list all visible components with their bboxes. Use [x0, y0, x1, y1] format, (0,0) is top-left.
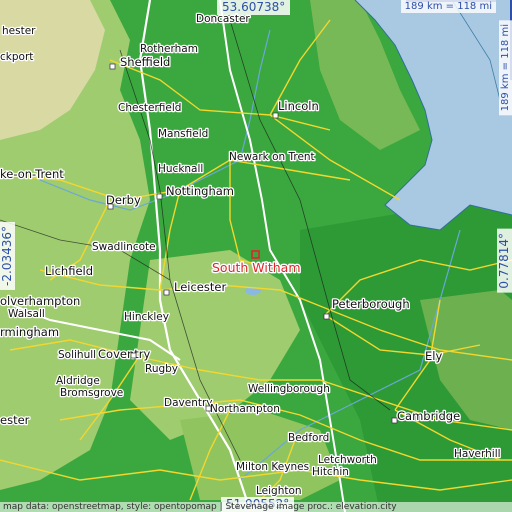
scale-label-vertical: 189 km = 118 mi	[499, 20, 512, 116]
place-label: Chesterfield	[118, 102, 181, 114]
place-label: Northampton	[210, 403, 280, 415]
place-label: Leicester	[174, 280, 226, 294]
place-label: Walsall	[8, 308, 45, 320]
place-label: Peterborough	[332, 297, 410, 311]
place-label: Rugby	[145, 363, 178, 375]
place-label: Hinckley	[124, 311, 169, 323]
place-label: hester	[2, 25, 36, 37]
longitude-left: -2.03436°	[0, 222, 15, 290]
topographic-map[interactable]: South Witham Doncaster hester Rotherham …	[0, 0, 512, 512]
place-label: Daventry	[164, 397, 213, 409]
place-label: rmingham	[0, 325, 59, 339]
place-label: Cambridge	[397, 409, 460, 423]
place-label: Leighton	[256, 485, 302, 497]
place-label: ester	[0, 413, 30, 427]
place-label: Letchworth	[318, 454, 377, 466]
place-label: Rotherham	[140, 43, 198, 55]
scale-label-horizontal: 189 km = 118 mi	[400, 0, 496, 13]
place-label: Ely	[425, 349, 442, 363]
place-label: ckport	[0, 51, 33, 63]
place-label: Milton Keynes	[236, 461, 309, 473]
map-attribution: map data: openstreetmap, style: opentopo…	[0, 502, 512, 512]
place-label: Haverhill	[454, 448, 501, 460]
latitude-top: 53.60738°	[217, 0, 291, 15]
place-label: Swadlincote	[92, 241, 156, 253]
focus-town-label: South Witham	[212, 260, 301, 275]
place-label: Mansfield	[158, 128, 208, 140]
place-label: Bedford	[288, 432, 329, 444]
place-label: Hucknall	[158, 163, 203, 175]
place-label: Lincoln	[278, 99, 319, 113]
place-label: Hitchin	[312, 466, 349, 478]
place-label: Aldridge	[56, 375, 100, 387]
longitude-right: 0.77814°	[497, 229, 512, 293]
place-label: Lichfield	[45, 264, 93, 278]
place-label: Nottingham	[166, 184, 234, 198]
place-label: Coventry	[98, 347, 150, 361]
place-label: Wellingborough	[248, 383, 330, 395]
place-label: Newark on Trent	[229, 151, 315, 163]
place-label: Solihull	[58, 349, 96, 361]
place-label: Sheffield	[120, 55, 170, 69]
place-label: Bromsgrove	[60, 387, 123, 399]
place-label: ke-on-Trent	[0, 167, 64, 181]
place-label: olverhampton	[0, 294, 80, 308]
